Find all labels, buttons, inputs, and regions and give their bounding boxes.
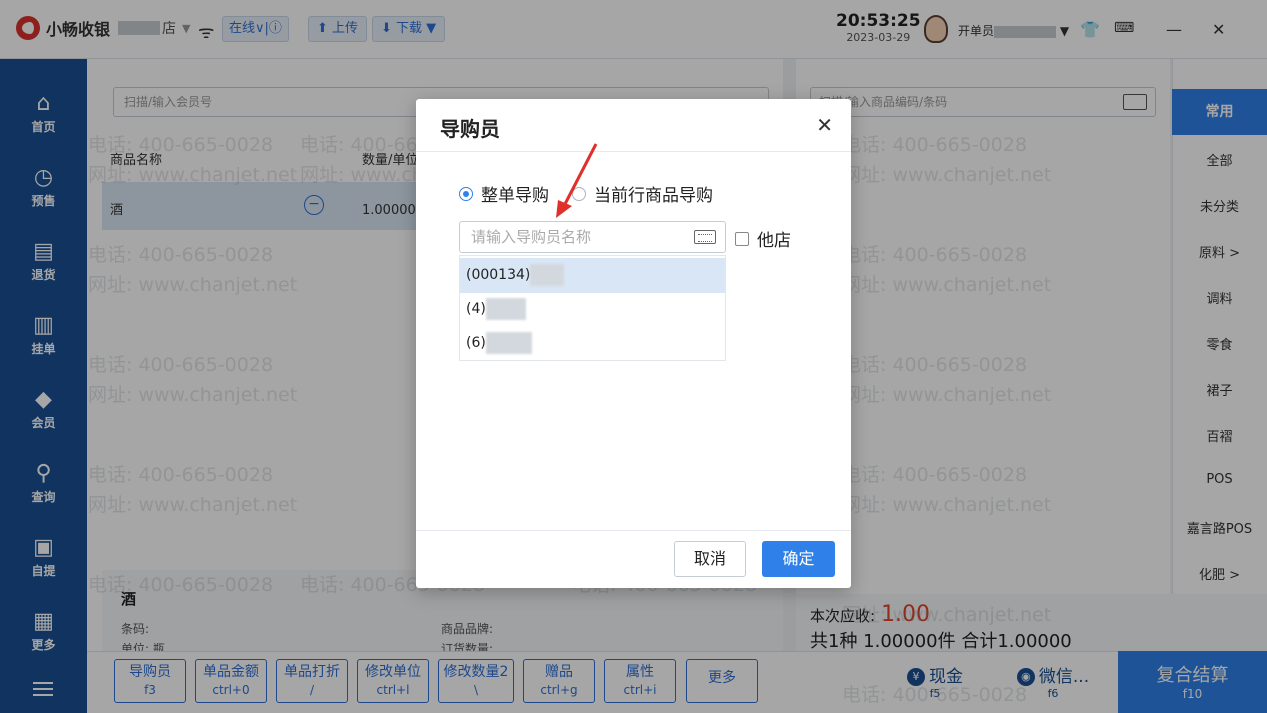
divider: [416, 530, 851, 531]
guide-code: (6): [466, 335, 486, 351]
other-store-checkbox[interactable]: 他店: [735, 226, 791, 251]
cancel-button[interactable]: 取消: [674, 541, 746, 577]
radio-label: 当前行商品导购: [594, 186, 713, 206]
list-item[interactable]: (6): [460, 326, 725, 361]
dialog-title: 导购员: [440, 117, 500, 141]
confirm-button[interactable]: 确定: [762, 541, 835, 577]
radio-whole-order[interactable]: 整单导购: [459, 181, 549, 206]
guide-code: (000134): [466, 267, 531, 283]
dialog-close-button[interactable]: ✕: [816, 113, 833, 137]
guide-name-redacted: [485, 298, 526, 320]
keyboard-icon[interactable]: [694, 230, 716, 244]
sales-guide-dialog: 导购员 ✕ 整单导购 当前行商品导购 请输入导购员名称 他店 (000134) …: [416, 99, 851, 588]
list-item[interactable]: (000134): [460, 258, 725, 293]
guide-code: (4): [466, 301, 486, 317]
guide-name-redacted: [530, 264, 565, 286]
guide-name-redacted: [485, 332, 532, 354]
divider: [416, 151, 851, 152]
radio-label: 整单导购: [481, 186, 549, 206]
radio-checked-icon: [459, 186, 473, 201]
list-item[interactable]: (4): [460, 292, 725, 327]
guide-list: (000134) (4) (6): [459, 255, 726, 361]
checkbox-icon: [735, 231, 749, 246]
annotation-arrow-icon: [556, 143, 598, 218]
checkbox-label: 他店: [757, 231, 791, 251]
